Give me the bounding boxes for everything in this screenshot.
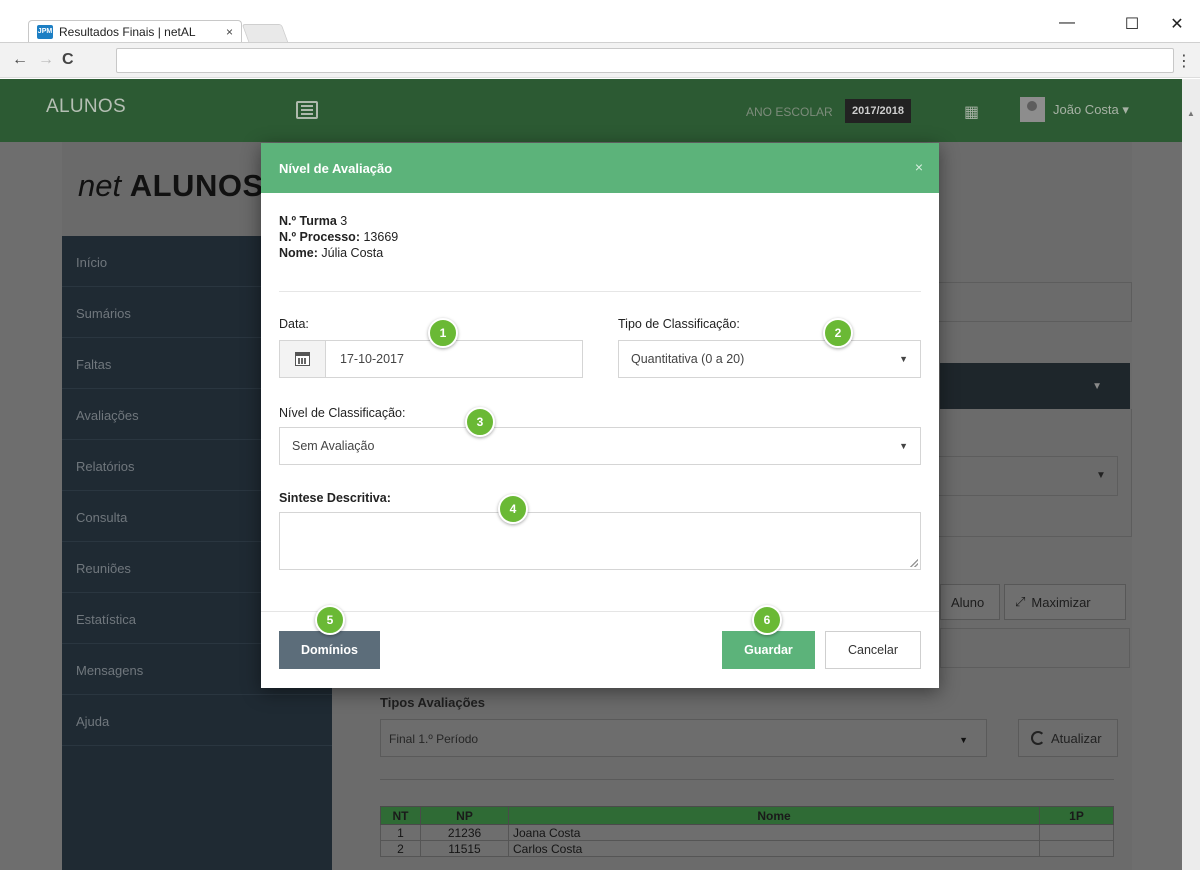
background-tab-strip	[940, 628, 1130, 668]
data-label: Data:	[279, 317, 309, 331]
table-row[interactable]: 2 11515 Carlos Costa	[380, 840, 1114, 857]
resize-handle-icon[interactable]	[910, 559, 918, 567]
select-caret-icon: ▼	[899, 441, 908, 451]
background-select[interactable]	[938, 456, 1118, 496]
nivel-classificacao-label: Nível de Classificação:	[279, 406, 406, 420]
atualizar-button[interactable]: Atualizar	[1018, 719, 1118, 757]
processo-value: 13669	[359, 230, 399, 244]
turma-label: N.º Turma	[279, 214, 337, 228]
tab-title: Resultados Finais | netAL	[59, 24, 196, 39]
column-header-nome[interactable]: Nome	[508, 806, 1040, 825]
callout-badge-5: 5	[315, 605, 345, 635]
callout-badge-4: 4	[498, 494, 528, 524]
nivel-classificacao-select[interactable]: Sem Avaliação ▼	[279, 427, 921, 465]
maximize-icon[interactable]: ☐	[1117, 14, 1147, 34]
table-row[interactable]: 1 21236 Joana Costa	[380, 824, 1114, 841]
column-header-np[interactable]: NP	[420, 806, 509, 825]
top-navbar: ALUNOS ANO ESCOLAR 2017/2018 ▦ João Cost…	[0, 79, 1182, 142]
background-input-box	[938, 282, 1132, 322]
select-caret-icon: ▼	[1096, 470, 1106, 481]
callout-badge-6: 6	[752, 605, 782, 635]
browser-menu-icon[interactable]: ⋮	[1176, 51, 1192, 71]
hamburger-menu-icon[interactable]	[296, 101, 318, 119]
column-header-1p[interactable]: 1P	[1039, 806, 1114, 825]
tipos-avaliacoes-select[interactable]: Final 1.º Período ▼	[380, 719, 987, 757]
divider	[380, 779, 1114, 780]
processo-label: N.º Processo:	[279, 230, 360, 244]
select-caret-icon: ▼	[959, 735, 968, 745]
tipo-classificacao-select[interactable]: Quantitativa (0 a 20) ▼	[618, 340, 921, 378]
tab-close-icon[interactable]: ×	[226, 25, 233, 39]
brand-title[interactable]: ALUNOS	[46, 96, 126, 118]
nivel-avaliacao-modal: Nível de Avaliação × N.º Turma 3 N.º Pro…	[261, 143, 939, 688]
data-value: 17-10-2017	[340, 352, 404, 366]
callout-badge-2: 2	[823, 318, 853, 348]
nome-label: Nome:	[279, 246, 318, 260]
modal-header: Nível de Avaliação ×	[261, 143, 939, 193]
background-panel-header[interactable]: ▼	[940, 363, 1130, 409]
window-close-icon[interactable]: ✕	[1162, 14, 1192, 34]
school-year-label: ANO ESCOLAR	[746, 105, 833, 119]
browser-toolbar: ← → C ⋮	[0, 42, 1200, 78]
apps-grid-icon[interactable]: ▦	[964, 102, 979, 122]
modal-footer: Domínios Guardar Cancelar	[261, 611, 939, 688]
column-header-nt[interactable]: NT	[380, 806, 421, 825]
back-arrow-icon[interactable]: ←	[12, 51, 28, 69]
modal-title: Nível de Avaliação	[279, 161, 393, 176]
favicon-icon: JPM	[37, 24, 53, 39]
dominios-button[interactable]: Domínios	[279, 631, 380, 669]
avatar	[1020, 97, 1045, 122]
student-info: N.º Turma 3 N.º Processo: 13669 Nome: Jú…	[279, 213, 398, 261]
user-name: João Costa ▾	[1053, 101, 1129, 117]
forward-arrow-icon[interactable]: →	[38, 51, 54, 69]
expand-arrows-icon: ⤢	[1015, 594, 1026, 609]
address-bar[interactable]	[116, 48, 1174, 73]
calendar-icon	[295, 352, 310, 366]
browser-tab[interactable]: JPM Resultados Finais | netAL ×	[28, 20, 242, 42]
nome-value: Júlia Costa	[317, 246, 384, 260]
aluno-button[interactable]: Aluno	[940, 584, 1000, 620]
results-table: NT NP Nome 1P 1 21236 Joana Costa 2 1151…	[380, 806, 1114, 857]
chevron-down-icon: ▼	[1092, 381, 1102, 392]
tipos-avaliacoes-label: Tipos Avaliações	[380, 695, 486, 710]
sintese-descritiva-textarea[interactable]	[279, 512, 921, 570]
data-field[interactable]: 17-10-2017	[279, 340, 583, 378]
callout-badge-1: 1	[428, 318, 458, 348]
user-menu[interactable]: João Costa ▾	[1020, 97, 1129, 122]
callout-badge-3: 3	[465, 407, 495, 437]
select-caret-icon: ▼	[899, 354, 908, 364]
maximizar-button[interactable]: ⤢ Maximizar	[1004, 584, 1126, 620]
sintese-descritiva-label: Sintese Descritiva:	[279, 491, 391, 505]
divider	[279, 291, 921, 292]
school-year-value[interactable]: 2017/2018	[845, 99, 911, 123]
refresh-icon	[1031, 731, 1045, 745]
browser-titlebar: JPM Resultados Finais | netAL × — ☐ ✕	[0, 0, 1200, 42]
modal-close-icon[interactable]: ×	[915, 159, 923, 175]
guardar-button[interactable]: Guardar	[722, 631, 815, 669]
cancelar-button[interactable]: Cancelar	[825, 631, 921, 669]
calendar-addon[interactable]	[280, 341, 326, 377]
reload-icon[interactable]: C	[62, 51, 74, 69]
sidebar-item-ajuda[interactable]: Ajuda	[62, 695, 332, 746]
new-tab-button[interactable]	[241, 24, 289, 42]
tipo-classificacao-label: Tipo de Classificação:	[618, 317, 740, 331]
page-scrollbar[interactable]: ▲	[1182, 79, 1200, 870]
turma-value: 3	[336, 214, 348, 228]
minimize-icon[interactable]: —	[1052, 14, 1082, 32]
